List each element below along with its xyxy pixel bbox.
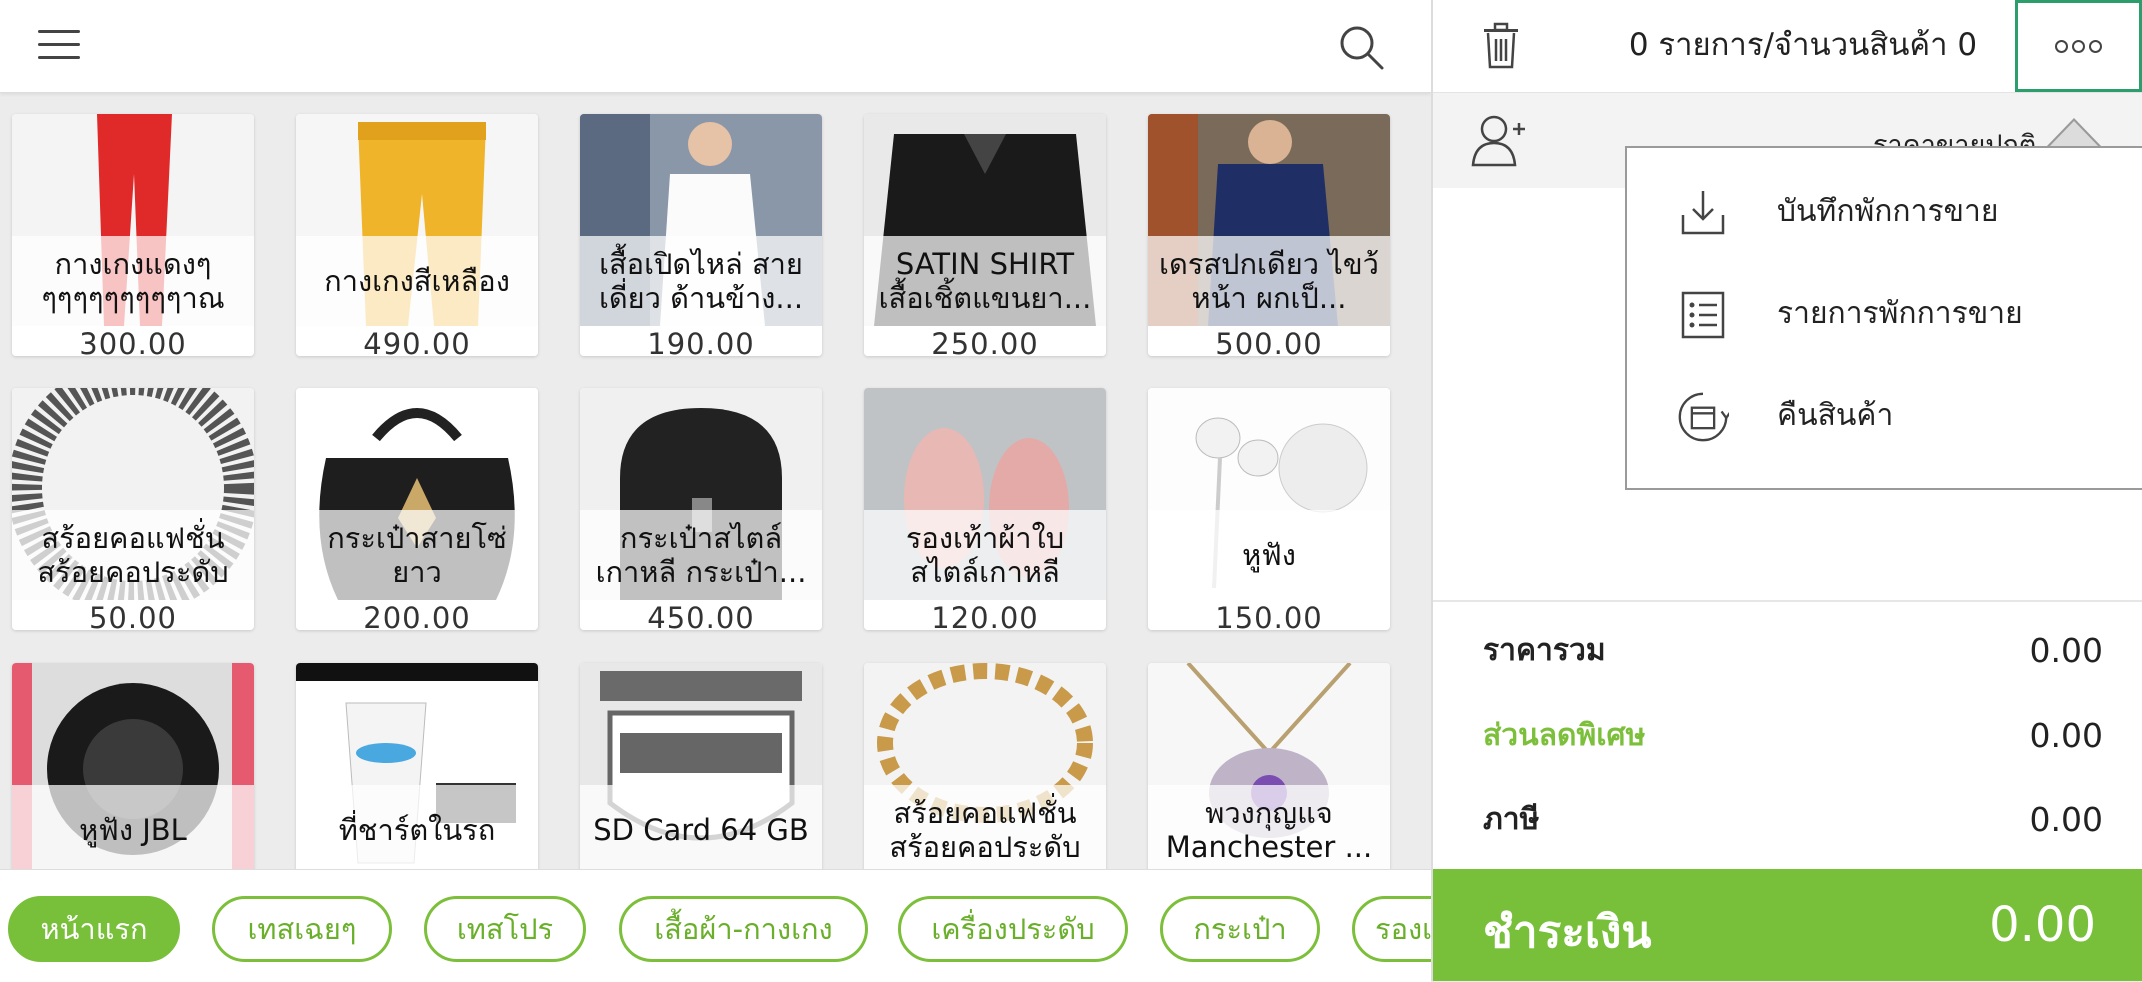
category-chip[interactable]: เสื้อผ้า-กางเกง bbox=[619, 896, 868, 962]
product-card[interactable]: กางเกงสีเหลือง 490.00 bbox=[296, 114, 538, 356]
product-card[interactable]: กระเป๋าสายโซ่ ยาว 200.00 bbox=[296, 388, 538, 630]
return-icon bbox=[1678, 392, 1729, 442]
category-chip[interactable]: เทสโปร bbox=[424, 896, 586, 962]
product-card[interactable]: หูฟัง JBL bbox=[12, 663, 254, 869]
more-dots-icon bbox=[2055, 39, 2068, 53]
hamburger-icon[interactable] bbox=[38, 28, 84, 62]
product-name: เดรสปกเดียว ไขว้หน้า ผกเป็... bbox=[1148, 236, 1390, 326]
menu-item-return-goods[interactable]: คืนสินค้า bbox=[1627, 366, 2142, 466]
category-chip[interactable]: เครื่องประดับ bbox=[898, 896, 1128, 962]
product-card[interactable]: กระเป๋าสไตล์ เกาหลี กระเป๋า... 450.00 bbox=[580, 388, 822, 630]
tax-value: 0.00 bbox=[2029, 800, 2103, 839]
category-chip[interactable]: เทสเฉยๆ bbox=[212, 896, 392, 962]
menu-item-save-hold[interactable]: บันทึกพักการขาย bbox=[1627, 162, 2142, 262]
category-chip-home[interactable]: หน้าแรก bbox=[8, 896, 180, 962]
product-card[interactable]: กางเกงแดงๆ ๆๆๆๆๆๆๆๆๆาณ 300.00 bbox=[12, 114, 254, 356]
category-chip[interactable]: กระเป๋า bbox=[1160, 896, 1320, 962]
discount-value: 0.00 bbox=[2029, 716, 2103, 755]
product-price: 490.00 bbox=[296, 326, 538, 356]
pay-button[interactable]: ชำระเงิน 0.00 bbox=[1433, 869, 2142, 981]
product-card[interactable]: เดรสปกเดียว ไขว้หน้า ผกเป็... 500.00 bbox=[1148, 114, 1390, 356]
product-name: กางเกงสีเหลือง bbox=[296, 236, 538, 326]
more-dots-icon bbox=[2089, 39, 2102, 53]
product-card[interactable]: SD Card 64 GB bbox=[580, 663, 822, 869]
product-name: SATIN SHIRT เสื้อเชิ้ตแขนยา... bbox=[864, 236, 1106, 326]
product-card[interactable]: พวงกุญแจ Manchester ... bbox=[1148, 663, 1390, 869]
more-dots-icon bbox=[2072, 39, 2085, 53]
product-price: 120.00 bbox=[864, 600, 1106, 630]
product-name: กระเป๋าสายโซ่ ยาว bbox=[296, 510, 538, 600]
cart-header: 0 รายการ/จำนวนสินค้า 0 bbox=[1433, 0, 2142, 93]
tax-label: ภาษี bbox=[1483, 802, 1540, 837]
product-card[interactable]: รองเท้าผ้าใบ สไตล์เกาหลี 120.00 bbox=[864, 388, 1106, 630]
subtotal-row: ราคารวม 0.00 bbox=[1483, 626, 2103, 676]
menu-item-label: คืนสินค้า bbox=[1777, 398, 1894, 433]
product-card[interactable]: สร้อยคอแฟชั่น สร้อยคอประดับ 50.00 bbox=[12, 388, 254, 630]
product-name: รองเท้าผ้าใบ สไตล์เกาหลี bbox=[864, 510, 1106, 600]
search-icon[interactable] bbox=[1336, 22, 1386, 72]
product-price: 500.00 bbox=[1148, 326, 1390, 356]
product-card[interactable]: หูฟัง 150.00 bbox=[1148, 388, 1390, 630]
download-icon bbox=[1681, 191, 1725, 235]
product-card[interactable]: สร้อยคอแฟชั่น สร้อยคอประดับ bbox=[864, 663, 1106, 869]
product-name: กระเป๋าสไตล์ เกาหลี กระเป๋า... bbox=[580, 510, 822, 600]
pay-label: ชำระเงิน bbox=[1483, 907, 1652, 958]
product-price: 150.00 bbox=[1148, 600, 1390, 630]
product-name: สร้อยคอแฟชั่น สร้อยคอประดับ bbox=[864, 785, 1106, 869]
product-name: SD Card 64 GB bbox=[580, 785, 822, 869]
product-name: หูฟัง bbox=[1148, 510, 1390, 600]
product-price: 200.00 bbox=[296, 600, 538, 630]
more-options-button[interactable] bbox=[2015, 0, 2142, 92]
product-name: พวงกุญแจ Manchester ... bbox=[1148, 785, 1390, 869]
product-card[interactable]: SATIN SHIRT เสื้อเชิ้ตแขนยา... 250.00 bbox=[864, 114, 1106, 356]
category-bar: หน้าแรก เทสเฉยๆ เทสโปร เสื้อผ้า-กางเกง เ… bbox=[0, 869, 1431, 982]
top-bar bbox=[0, 0, 1431, 93]
product-card[interactable]: ที่ชาร์ตในรถ bbox=[296, 663, 538, 869]
category-chip[interactable]: รองเท้า bbox=[1352, 896, 1431, 962]
product-name: กางเกงแดงๆ ๆๆๆๆๆๆๆๆๆาณ bbox=[12, 236, 254, 326]
product-price: 450.00 bbox=[580, 600, 822, 630]
tax-row: ภาษี 0.00 bbox=[1483, 795, 2103, 845]
pay-total: 0.00 bbox=[1989, 897, 2096, 953]
product-price: 190.00 bbox=[580, 326, 822, 356]
product-price: 50.00 bbox=[12, 600, 254, 630]
trash-icon[interactable] bbox=[1481, 22, 1521, 70]
discount-label: ส่วนลดพิเศษ bbox=[1483, 718, 1646, 753]
list-icon bbox=[1681, 291, 1725, 339]
product-grid: กางเกงแดงๆ ๆๆๆๆๆๆๆๆๆาณ 300.00 กางเกงสีเห… bbox=[0, 94, 1431, 869]
product-card[interactable]: เสื้อเปิดไหล่ สาย เดี่ยว ด้านข้าง... 190… bbox=[580, 114, 822, 356]
product-name: หูฟัง JBL bbox=[12, 785, 254, 869]
more-options-menu: บันทึกพักการขาย รายการพักการขาย คืนสินค้… bbox=[1625, 146, 2142, 490]
menu-item-hold-list[interactable]: รายการพักการขาย bbox=[1627, 264, 2142, 364]
product-name: เสื้อเปิดไหล่ สาย เดี่ยว ด้านข้าง... bbox=[580, 236, 822, 326]
menu-item-label: บันทึกพักการขาย bbox=[1777, 194, 1999, 229]
category-chip-label: รองเท้า bbox=[1375, 912, 1431, 946]
discount-row[interactable]: ส่วนลดพิเศษ 0.00 bbox=[1483, 711, 2103, 761]
cart-count: 0 รายการ/จำนวนสินค้า 0 bbox=[1628, 27, 1978, 63]
popup-arrow-fill bbox=[2048, 121, 2100, 148]
product-price: 250.00 bbox=[864, 326, 1106, 356]
menu-item-label: รายการพักการขาย bbox=[1777, 296, 2023, 331]
product-price: 300.00 bbox=[12, 326, 254, 356]
add-customer-icon[interactable] bbox=[1469, 111, 1527, 169]
product-name: สร้อยคอแฟชั่น สร้อยคอประดับ bbox=[12, 510, 254, 600]
product-name: ที่ชาร์ตในรถ bbox=[296, 785, 538, 869]
subtotal-label: ราคารวม bbox=[1483, 633, 1606, 668]
subtotal-value: 0.00 bbox=[2029, 631, 2103, 670]
